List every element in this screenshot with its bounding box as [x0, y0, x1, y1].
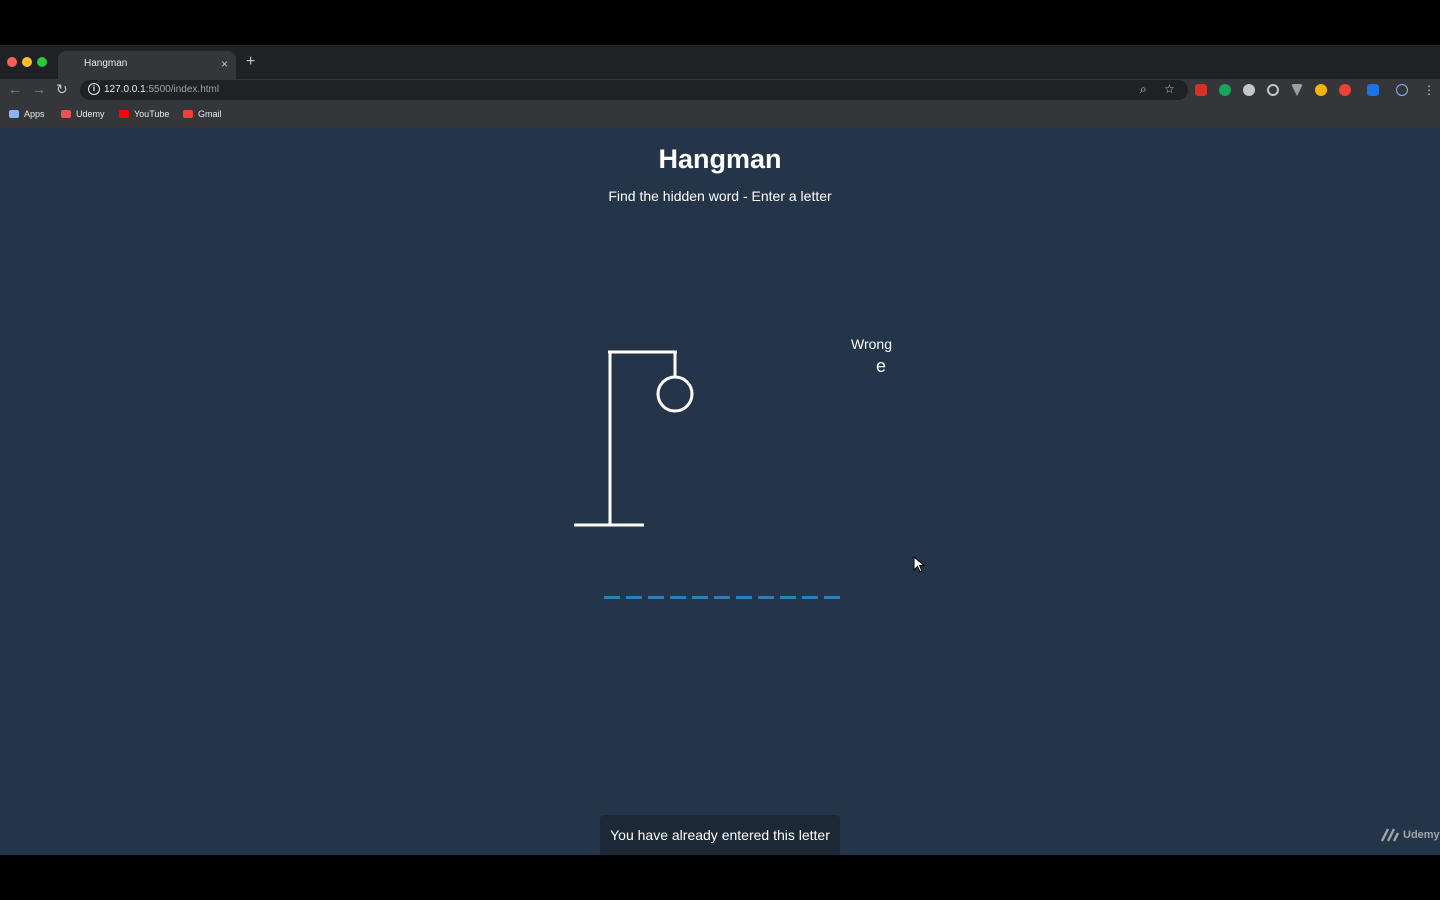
- hidden-word: [604, 596, 840, 599]
- forward-icon[interactable]: →: [32, 82, 46, 96]
- bookmark-label: Udemy: [76, 109, 105, 119]
- page-subtitle: Find the hidden word - Enter a letter: [608, 188, 832, 204]
- letter-slot: [824, 596, 840, 599]
- hangman-figure: [574, 350, 694, 527]
- new-tab-button[interactable]: +: [246, 54, 255, 70]
- reload-icon[interactable]: ↻: [56, 82, 68, 96]
- bookmarks-bar: Apps Udemy YouTube Gmail: [0, 105, 1440, 125]
- bookmark-label: Apps: [24, 109, 45, 119]
- close-window-button[interactable]: [7, 57, 17, 67]
- hangman-head: [656, 375, 694, 413]
- tab-strip: Hangman × +: [0, 45, 1440, 79]
- extension-icon[interactable]: [1267, 84, 1279, 96]
- url-host: 127.0.0.1: [104, 84, 146, 95]
- udemy-icon: [61, 110, 71, 118]
- tab-close-icon[interactable]: ×: [221, 57, 228, 71]
- extension-icon[interactable]: [1339, 84, 1351, 96]
- bookmark-label: Gmail: [198, 109, 222, 119]
- browser-menu-icon[interactable]: ⋮: [1423, 83, 1435, 97]
- letter-slot: [670, 596, 686, 599]
- minimize-window-button[interactable]: [22, 57, 32, 67]
- bookmark-youtube[interactable]: YouTube: [119, 109, 169, 119]
- page-title: Hangman: [658, 144, 782, 174]
- letter-slot: [626, 596, 642, 599]
- wrong-letters-list: e: [875, 356, 886, 376]
- extension-icon[interactable]: [1315, 84, 1327, 96]
- letter-slot: [780, 596, 796, 599]
- udemy-watermark: Udemy: [1380, 827, 1440, 843]
- letter-slot: [692, 596, 708, 599]
- extension-icon[interactable]: [1367, 84, 1379, 96]
- udemy-logo-icon: [1380, 828, 1400, 842]
- wrong-letters-container: Wrong e: [842, 336, 892, 377]
- browser-tab[interactable]: Hangman ×: [58, 51, 236, 79]
- url-path: :5500/index.html: [145, 84, 220, 95]
- letter-slot: [758, 596, 774, 599]
- bookmark-gmail[interactable]: Gmail: [183, 109, 222, 119]
- bookmark-label: YouTube: [134, 109, 170, 119]
- bookmark-udemy[interactable]: Udemy: [61, 109, 105, 119]
- gmail-icon: [183, 110, 193, 118]
- url-text[interactable]: 127.0.0.1:5500/index.html: [104, 84, 219, 95]
- apps-grid-icon: [9, 110, 19, 118]
- extension-icon[interactable]: [1219, 84, 1231, 96]
- extension-icon[interactable]: [1195, 84, 1207, 96]
- screen-bottom-bar: [0, 855, 1440, 900]
- letter-slot: [736, 596, 752, 599]
- zoom-icon[interactable]: ⌕: [1140, 82, 1147, 97]
- extension-icon[interactable]: [1291, 84, 1303, 96]
- browser-chrome: Hangman × + ← → ↻ i 127.0.0.1:5500/index…: [0, 45, 1440, 128]
- wrong-letters-label: Wrong: [851, 336, 892, 352]
- screen-top-bar: [0, 0, 1440, 45]
- letter-slot: [604, 596, 620, 599]
- back-icon[interactable]: ←: [8, 82, 22, 96]
- tab-title: Hangman: [84, 58, 128, 69]
- extension-icon[interactable]: [1243, 84, 1255, 96]
- watermark-label: Udemy: [1403, 829, 1440, 841]
- profile-icon[interactable]: [1396, 84, 1408, 96]
- site-info-icon[interactable]: i: [88, 83, 100, 95]
- youtube-icon: [119, 110, 129, 118]
- bookmark-star-icon[interactable]: ☆: [1164, 82, 1175, 96]
- letter-slot: [802, 596, 818, 599]
- mouse-cursor-icon: [913, 556, 926, 573]
- bookmark-apps[interactable]: Apps: [9, 109, 45, 119]
- maximize-window-button[interactable]: [37, 57, 47, 67]
- address-bar[interactable]: i 127.0.0.1:5500/index.html ⌕ ☆: [80, 80, 1188, 100]
- notification-toast: You have already entered this letter: [600, 815, 840, 855]
- letter-slot: [714, 596, 730, 599]
- hangman-page: Hangman Find the hidden word - Enter a l…: [0, 128, 1440, 855]
- letter-slot: [648, 596, 664, 599]
